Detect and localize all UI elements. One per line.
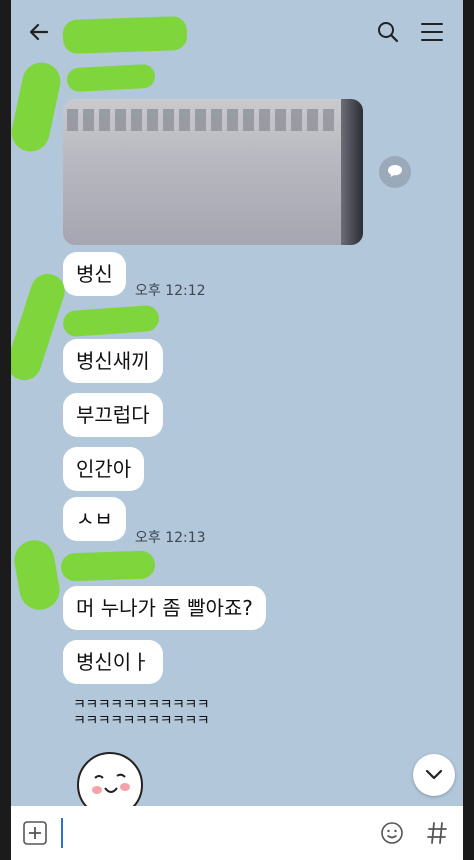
scroll-to-bottom-button[interactable] bbox=[413, 754, 455, 796]
chat-header bbox=[11, 0, 463, 62]
redacted-sender-name bbox=[66, 63, 156, 93]
back-arrow-icon[interactable] bbox=[27, 20, 51, 48]
chevron-down-icon bbox=[425, 766, 443, 785]
emoji-icon[interactable] bbox=[380, 821, 404, 849]
search-icon[interactable] bbox=[377, 21, 399, 47]
message-bubble[interactable]: ㅅㅂ bbox=[63, 497, 126, 541]
message-bubble[interactable]: 병신새끼 bbox=[63, 339, 163, 383]
message-bubble[interactable]: 부끄럽다 bbox=[63, 393, 163, 437]
message-timestamp: 오후 12:13 bbox=[135, 530, 206, 546]
message-bubble[interactable]: 병신 bbox=[63, 252, 126, 296]
message-input-bar bbox=[11, 806, 463, 860]
message-bubble[interactable]: 병신이ㅏ bbox=[63, 640, 163, 684]
redacted-avatar bbox=[11, 537, 63, 613]
redacted-sender-name bbox=[62, 304, 160, 338]
text-cursor bbox=[61, 818, 63, 848]
speech-bubble-icon bbox=[387, 163, 403, 182]
menu-icon[interactable] bbox=[420, 22, 444, 46]
laugh-text-line: ㅋㅋㅋㅋㅋㅋㅋㅋㅋㅋㅋ bbox=[73, 713, 210, 729]
hashtag-icon[interactable] bbox=[427, 821, 447, 849]
message-bubble[interactable]: 인간아 bbox=[63, 447, 145, 491]
message-bubble[interactable]: 머 누나가 좀 빨아죠? bbox=[63, 586, 266, 630]
message-input[interactable] bbox=[67, 816, 371, 852]
redacted-chat-title bbox=[62, 15, 188, 55]
message-timestamp: 오후 12:12 bbox=[135, 283, 206, 299]
redacted-sender-name bbox=[60, 550, 156, 582]
redacted-avatar bbox=[11, 59, 64, 155]
redacted-avatar bbox=[11, 269, 70, 385]
chat-screen: 병신 오후 12:12 병신새끼 부끄럽다 인간아 ㅅㅂ 오후 12:13 머 … bbox=[11, 0, 463, 860]
plus-icon[interactable] bbox=[23, 821, 47, 849]
share-button[interactable] bbox=[379, 156, 411, 188]
image-message[interactable] bbox=[63, 99, 363, 245]
